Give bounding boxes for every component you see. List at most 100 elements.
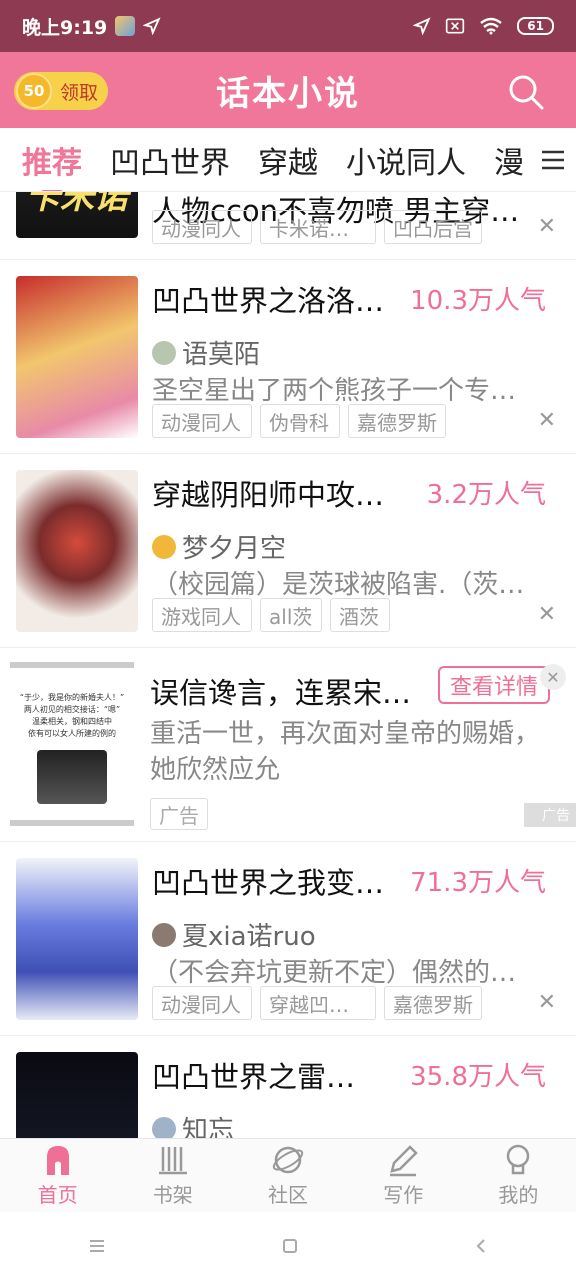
book-cover xyxy=(16,858,138,1020)
ad-cover-illustration xyxy=(37,750,107,804)
pencil-icon xyxy=(390,1145,418,1177)
book-cover xyxy=(16,1052,138,1138)
home-button-icon[interactable] xyxy=(281,1237,299,1255)
author-avatar xyxy=(152,922,176,947)
tag[interactable]: 穿越凹… xyxy=(260,986,376,1020)
popularity: 10.3万人气 xyxy=(410,286,546,316)
author-avatar xyxy=(152,1116,176,1138)
category-tabs: 推荐 凹凸世界 穿越 小说同人 漫 xyxy=(0,128,576,192)
app-header: 50 领取 话本小说 xyxy=(0,52,576,128)
book-title: 凹凸世界之雷… xyxy=(152,1060,356,1094)
ad-title: 误信谗言，连累宋… xyxy=(150,676,412,710)
home-icon xyxy=(46,1146,69,1175)
book-summary: （不会弃坑更新不定）偶然的… xyxy=(152,958,517,988)
nav-home[interactable]: 首页 xyxy=(0,1139,115,1212)
author-name: 语莫陌 xyxy=(182,340,261,370)
book-cover: 卡米诺 xyxy=(16,192,138,238)
author-name: 知忘 xyxy=(182,1116,235,1138)
tag-list: 动漫同人 卡米诺… 凹凸后宫 xyxy=(152,210,482,244)
book-cover xyxy=(16,470,138,632)
author-name: 梦夕月空 xyxy=(182,534,287,564)
author: 梦夕月空 xyxy=(152,528,286,565)
location-icon xyxy=(143,17,161,35)
dismiss-icon[interactable]: ✕ xyxy=(538,602,556,627)
tab-menu-button[interactable] xyxy=(530,128,576,191)
tag[interactable]: 嘉德罗斯 xyxy=(348,404,446,438)
author-avatar xyxy=(152,534,176,559)
wifi-icon xyxy=(480,17,503,35)
popularity: 71.3万人气 xyxy=(410,868,546,898)
status-time: 晚上9:19 xyxy=(22,16,108,39)
bookshelf-icon xyxy=(158,1147,187,1175)
reward-button[interactable]: 50 领取 xyxy=(14,72,108,110)
book-title: 穿越阴阳师中攻… xyxy=(152,478,385,512)
nav-home-label: 首页 xyxy=(37,1183,78,1207)
book-title: 凹凸世界之我变… xyxy=(152,866,385,900)
tag[interactable]: 嘉德罗斯 xyxy=(384,986,482,1020)
tab-recommend[interactable]: 推荐 xyxy=(16,138,88,182)
author-name: 夏xia诺ruo xyxy=(182,922,316,952)
tab-comic[interactable]: 漫 xyxy=(488,138,530,182)
app-notification-icon xyxy=(115,16,136,36)
ad-cover-text: 依有可以女人所建的例的 xyxy=(28,729,116,738)
tag[interactable]: 动漫同人 xyxy=(152,210,252,244)
nav-write[interactable]: 写作 xyxy=(346,1139,461,1212)
book-cover xyxy=(16,276,138,438)
ad-cover-text: 温柔相关，钢和四结中 xyxy=(32,717,112,726)
status-bar: 晚上9:19 61 xyxy=(0,0,576,52)
author: 夏xia诺ruo xyxy=(152,916,316,953)
sim-off-icon xyxy=(446,18,465,34)
ad-description: 重活一世，再次面对皇帝的赐婚，她欣然应允 xyxy=(150,719,541,785)
menu-icon xyxy=(542,150,564,170)
tag[interactable]: 动漫同人 xyxy=(152,986,252,1020)
author: 语莫陌 xyxy=(152,334,260,371)
tag[interactable]: 游戏同人 xyxy=(152,598,252,632)
nav-bookshelf[interactable]: 书架 xyxy=(115,1139,230,1212)
dismiss-icon[interactable]: ✕ xyxy=(538,214,556,239)
profile-icon xyxy=(507,1144,530,1175)
nav-bookshelf-label: 书架 xyxy=(152,1183,193,1207)
cover-text: 卡米诺 xyxy=(26,192,128,217)
tab-time-travel[interactable]: 穿越 xyxy=(252,138,324,182)
book-summary: （校园篇）是茨球被陷害.（茨… xyxy=(152,570,525,600)
tag[interactable]: all茨 xyxy=(260,598,322,632)
dismiss-icon[interactable]: ✕ xyxy=(538,990,556,1015)
tag[interactable]: 卡米诺… xyxy=(260,210,376,244)
close-ad-icon[interactable]: ✕ xyxy=(540,664,566,690)
bottom-nav: 首页 书架 社区 写作 我的 xyxy=(0,1138,576,1212)
list-item[interactable]: 卡米诺 人物ccon不喜勿喷 男主穿越… 动漫同人 卡米诺… 凹凸后宫 ✕ xyxy=(0,192,576,260)
book-summary: 圣空星出了两个熊孩子一个专… xyxy=(152,376,517,406)
nav-community-label: 社区 xyxy=(268,1183,308,1207)
tag[interactable]: 凹凸后宫 xyxy=(384,210,482,244)
list-item[interactable]: 凹凸世界之我变… 71.3万人气 夏xia诺ruo （不会弃坑更新不定）偶然的…… xyxy=(0,842,576,1036)
back-icon[interactable] xyxy=(473,1237,489,1255)
tag[interactable]: 伪骨科 xyxy=(260,404,340,438)
tag[interactable]: 酒茨 xyxy=(330,598,390,632)
tab-novel-fanfic[interactable]: 小说同人 xyxy=(340,138,472,182)
system-nav-bar xyxy=(0,1212,576,1280)
nav-community[interactable]: 社区 xyxy=(230,1139,345,1212)
ad-item[interactable]: “于少，我是你的新婚夫人！” 两人初见的相交接话：“嗯” 温柔相关，钢和四结中 … xyxy=(0,648,576,842)
search-icon[interactable] xyxy=(506,72,546,112)
ad-mark: 广告 xyxy=(524,803,576,827)
view-details-button[interactable]: 查看详情 xyxy=(438,666,550,704)
planet-icon xyxy=(272,1146,304,1174)
app-title: 话本小说 xyxy=(216,73,360,114)
nav-profile[interactable]: 我的 xyxy=(461,1139,576,1212)
dismiss-icon[interactable]: ✕ xyxy=(538,408,556,433)
ad-tag: 广告 xyxy=(150,798,208,830)
reward-label: 领取 xyxy=(60,81,99,104)
coin-icon: 50 xyxy=(16,73,52,109)
tag[interactable]: 动漫同人 xyxy=(152,404,252,438)
list-item[interactable]: 凹凸世界之雷… 35.8万人气 知忘 xyxy=(0,1036,576,1138)
list-item[interactable]: 凹凸世界之洛洛… 10.3万人气 语莫陌 圣空星出了两个熊孩子一个专… 动漫同人… xyxy=(0,260,576,454)
battery-indicator: 61 xyxy=(517,17,554,35)
nav-write-label: 写作 xyxy=(383,1183,424,1207)
ad-cover-text: “于少，我是你的新婚夫人！” xyxy=(19,693,125,702)
tab-aotu-world[interactable]: 凹凸世界 xyxy=(104,138,236,182)
recents-icon[interactable] xyxy=(87,1238,107,1254)
popularity: 3.2万人气 xyxy=(426,480,546,510)
list-item[interactable]: 穿越阴阳师中攻… 3.2万人气 梦夕月空 （校园篇）是茨球被陷害.（茨… 游戏同… xyxy=(0,454,576,648)
ad-cover-text: 两人初见的相交接话：“嗯” xyxy=(23,705,121,714)
author: 知忘 xyxy=(152,1110,234,1138)
